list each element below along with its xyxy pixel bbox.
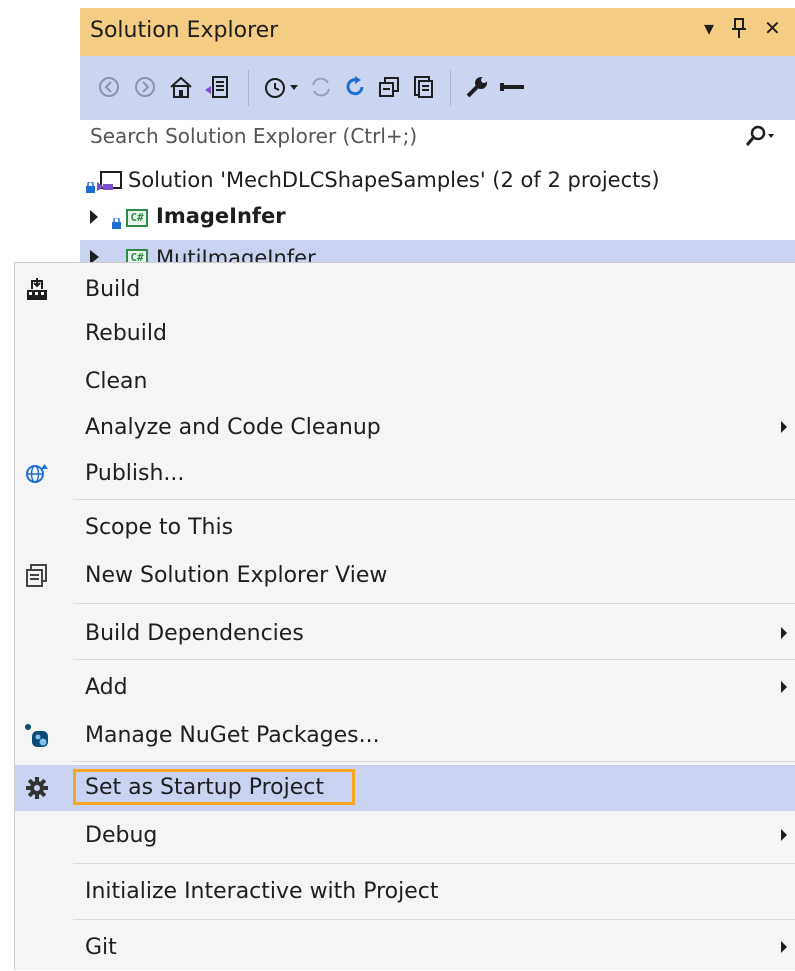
tree-item-project[interactable]: C# ImageInfer [80,200,795,236]
menu-item-label: Manage NuGet Packages... [85,723,380,748]
menu-item-label: Build [85,277,141,302]
csharp-project-icon: C# [126,249,148,262]
collapse-all-icon[interactable] [374,70,404,104]
menu-separator [73,659,795,660]
menu-item-label: Set as Startup Project [85,775,324,800]
solution-icon [96,170,122,196]
forward-icon[interactable] [130,70,160,104]
menu-item-git[interactable]: Git [15,925,795,971]
toolbar-separator [248,70,249,106]
close-icon[interactable]: ✕ [764,16,781,40]
menu-item-label: Build Dependencies [85,621,304,646]
filter-dropdown-icon[interactable] [286,70,302,104]
menu-item-initialize-interactive-with-project[interactable]: Initialize Interactive with Project [15,869,795,915]
lock-icon [112,214,121,229]
submenu-arrow-icon [781,941,787,953]
menu-item-manage-nuget-packages[interactable]: Manage NuGet Packages... [15,713,795,759]
pin-icon[interactable] [732,17,746,44]
submenu-arrow-icon [781,681,787,693]
menu-item-label: Git [85,935,117,960]
tree-item-label: ImageInfer [156,204,286,228]
preview-selected-items-icon[interactable] [496,70,526,104]
lock-icon [86,178,95,193]
publish-globe-icon [23,460,51,488]
menu-item-label: Rebuild [85,321,167,346]
menu-item-build-dependencies[interactable]: Build Dependencies [15,611,795,657]
menu-item-debug[interactable]: Debug [15,813,795,859]
panel-title: Solution Explorer [90,18,279,43]
menu-item-label: Analyze and Code Cleanup [85,415,381,440]
home-icon[interactable] [166,70,196,104]
tree-item-label: Solution 'MechDLCShapeSamples' (2 of 2 p… [128,168,660,192]
expand-arrow-icon[interactable] [90,250,99,262]
csharp-project-icon: C# [126,209,148,227]
refresh-icon[interactable] [340,70,370,104]
back-icon[interactable] [94,70,124,104]
switch-views-icon[interactable] [202,70,232,104]
menu-separator [73,761,795,762]
menu-item-publish[interactable]: Publish... [15,451,795,497]
menu-item-rebuild[interactable]: Rebuild [15,311,795,357]
tree-item-solution[interactable]: Solution 'MechDLCShapeSamples' (2 of 2 p… [80,164,795,200]
search-box[interactable]: Search Solution Explorer (Ctrl+;) [80,120,795,153]
tree-item-label: MutiImageInfer [156,246,316,262]
menu-item-build[interactable]: Build [15,267,795,313]
menu-item-scope-to-this[interactable]: Scope to This [15,505,795,551]
context-menu: Build Rebuild Clean Analyze and Code Cle… [14,262,795,970]
sync-with-active-document-icon[interactable] [306,70,336,104]
search-icon[interactable] [744,124,774,152]
menu-item-analyze-and-code-cleanup[interactable]: Analyze and Code Cleanup [15,405,795,451]
nuget-icon [23,722,51,750]
menu-item-new-solution-explorer-view[interactable]: New Solution Explorer View [15,553,795,599]
menu-item-label: Publish... [85,461,185,486]
menu-item-label: Debug [85,823,158,848]
solution-explorer-title-bar: Solution Explorer ▾ ✕ [80,0,795,56]
new-view-icon [23,562,51,590]
menu-separator [73,499,795,500]
menu-separator [73,863,795,864]
menu-separator [73,919,795,920]
solution-tree: Solution 'MechDLCShapeSamples' (2 of 2 p… [80,152,795,262]
solution-explorer-panel: Solution Explorer ▾ ✕ Search Solution Ex… [80,0,795,262]
menu-item-label: Scope to This [85,515,234,540]
menu-item-set-as-startup-project[interactable]: Set as Startup Project [15,765,795,811]
expand-arrow-icon[interactable] [90,210,98,224]
menu-item-clean[interactable]: Clean [15,359,795,405]
properties-wrench-icon[interactable] [462,70,492,104]
menu-item-label: Add [85,675,128,700]
show-all-files-icon[interactable] [408,70,438,104]
build-icon [23,276,51,304]
tree-item-project-selected[interactable]: C# MutiImageInfer [80,240,795,262]
menu-item-label: Clean [85,369,148,394]
toolbar-separator [450,70,451,106]
menu-item-add[interactable]: Add [15,665,795,711]
lock-icon [112,254,121,262]
submenu-arrow-icon [781,627,787,639]
menu-separator [73,603,795,604]
menu-item-label: New Solution Explorer View [85,563,388,588]
solution-explorer-toolbar [80,56,795,120]
menu-item-label: Initialize Interactive with Project [85,879,439,904]
gear-icon [23,774,51,802]
search-input[interactable]: Search Solution Explorer (Ctrl+;) [90,124,417,148]
submenu-arrow-icon [781,421,787,433]
submenu-arrow-icon [781,829,787,841]
window-dropdown-icon[interactable]: ▾ [704,16,714,40]
